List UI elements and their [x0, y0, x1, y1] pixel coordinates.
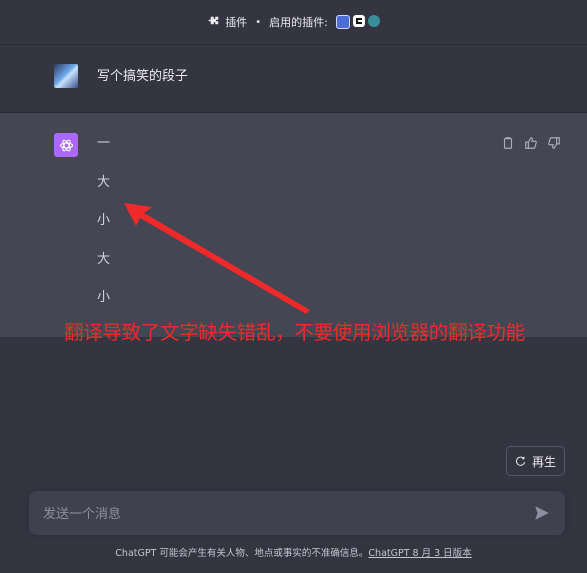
chatgpt-logo-icon: [54, 133, 78, 157]
user-avatar: [54, 64, 78, 88]
message-input-box: [29, 491, 565, 537]
message-input[interactable]: [41, 491, 525, 537]
version-link[interactable]: ChatGPT 8 月 3 日版本: [368, 548, 471, 559]
assistant-message-row: 一 大 小 大 小: [0, 113, 587, 337]
annotation-text: 翻译导致了文字缺失错乱，不要使用浏览器的翻译功能: [64, 321, 525, 344]
user-message-row: 写个搞笑的段子: [0, 45, 587, 113]
disclaimer-text: ChatGPT 可能会产生有关人物、地点或事实的不准确信息。: [115, 548, 369, 559]
refresh-icon: [516, 456, 526, 466]
reply-line: 大: [97, 251, 111, 267]
disclaimer-footer: ChatGPT 可能会产生有关人物、地点或事实的不准确信息。ChatGPT 8 …: [0, 545, 587, 559]
regenerate-label: 再生: [531, 454, 556, 469]
message-actions: [501, 135, 561, 149]
send-icon[interactable]: [533, 504, 551, 522]
regenerate-button[interactable]: 再生: [506, 446, 565, 476]
thumbs-up-icon[interactable]: [524, 135, 538, 149]
assistant-message-text: 一 大 小 大 小: [97, 134, 110, 327]
copy-icon[interactable]: [501, 135, 515, 149]
enabled-plugin-icons: [335, 15, 380, 29]
enabled-plugins-label: 启用的插件:: [269, 16, 328, 29]
reply-line: 小: [97, 290, 111, 305]
plugin-icon-3[interactable]: [367, 15, 380, 27]
reply-line: 大: [97, 174, 111, 190]
plugin-icon-1[interactable]: [335, 15, 350, 29]
plugin-puzzle-icon: [208, 16, 219, 25]
separator-dot: •: [255, 16, 262, 28]
plugins-label: 插件: [225, 16, 248, 29]
user-message-text: 写个搞笑的段子: [97, 69, 189, 84]
plugin-icon-2[interactable]: [352, 15, 365, 27]
reply-line: 小: [97, 213, 111, 228]
reply-line: 一: [97, 136, 111, 151]
thumbs-down-icon[interactable]: [547, 135, 561, 149]
top-bar: 插件 • 启用的插件:: [0, 0, 587, 45]
